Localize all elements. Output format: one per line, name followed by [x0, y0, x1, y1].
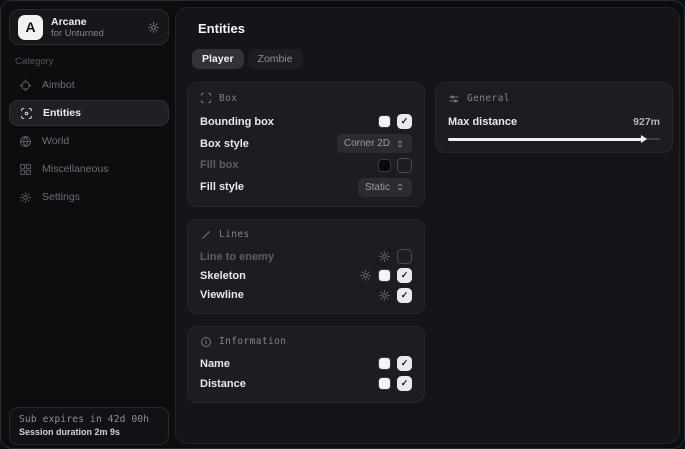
- distance-checkbox[interactable]: [397, 376, 412, 391]
- skeleton-checkbox[interactable]: [397, 268, 412, 283]
- viewline-row: Viewline: [200, 286, 412, 305]
- tab-player[interactable]: Player: [192, 49, 244, 69]
- sidebar-item-world[interactable]: World: [9, 128, 169, 154]
- fill-box-checkbox[interactable]: [397, 158, 412, 173]
- sidebar-item-entities[interactable]: Entities: [9, 100, 169, 126]
- bounding-box-checkbox[interactable]: [397, 114, 412, 129]
- app-subtitle: for Unturned: [51, 28, 104, 39]
- skeleton-row: Skeleton: [200, 266, 412, 285]
- sidebar-item-miscellaneous[interactable]: Miscellaneous: [9, 156, 169, 182]
- chevrons-up-down-icon: [395, 182, 405, 192]
- tab-zombie[interactable]: Zombie: [248, 49, 303, 69]
- sub-expires-text: Sub expires in 42d 00h: [19, 414, 159, 425]
- skeleton-settings-icon[interactable]: [359, 269, 372, 282]
- globe-icon: [19, 135, 32, 148]
- fill-style-dropdown[interactable]: Static: [358, 178, 412, 197]
- scan-eye-icon: [20, 107, 33, 120]
- box-style-dropdown[interactable]: Corner 2D: [337, 134, 412, 153]
- max-distance-slider[interactable]: [448, 134, 660, 144]
- sidebar-item-label: Aimbot: [42, 79, 75, 91]
- general-card-title: General: [467, 93, 510, 104]
- page-title: Entities: [198, 21, 245, 36]
- header-gear-icon[interactable]: [147, 21, 160, 34]
- sliders-icon: [448, 93, 460, 105]
- information-card: Information Name Distance: [187, 326, 425, 403]
- line-to-enemy-row: Line to enemy: [200, 247, 412, 266]
- sidebar-item-label: Entities: [43, 107, 81, 119]
- max-distance-value: 927m: [633, 116, 660, 128]
- sidebar-item-settings[interactable]: Settings: [9, 184, 169, 210]
- crosshair-icon: [19, 79, 32, 92]
- app-window: A Arcane for Unturned Category Aimbot: [0, 0, 685, 449]
- app-title: Arcane: [51, 16, 104, 28]
- box-style-row: Box style Corner 2D: [200, 133, 412, 155]
- fill-box-color-swatch[interactable]: [378, 159, 391, 172]
- name-checkbox[interactable]: [397, 356, 412, 371]
- app-logo: A: [18, 15, 43, 40]
- session-duration-text: Session duration 2m 9s: [19, 427, 159, 437]
- info-icon: [200, 336, 212, 348]
- sidebar-item-label: World: [42, 135, 69, 147]
- screen: A Arcane for Unturned Category Aimbot: [0, 0, 685, 449]
- viewline-checkbox[interactable]: [397, 288, 412, 303]
- max-distance-row: Max distance 927m: [448, 112, 660, 131]
- fill-style-row: Fill style Static: [200, 176, 412, 198]
- slider-fill: [448, 138, 643, 141]
- scan-box-icon: [200, 92, 212, 104]
- box-card-title: Box: [219, 93, 237, 104]
- slider-thumb-arrow[interactable]: [641, 135, 647, 143]
- chevrons-up-down-icon: [395, 139, 405, 149]
- information-card-title: Information: [219, 336, 286, 347]
- line-to-enemy-settings-icon[interactable]: [378, 250, 391, 263]
- sidebar-nav: Aimbot Entities World: [9, 72, 169, 210]
- main-panel: Entities Player Zombie Box Bounding box: [175, 7, 680, 444]
- app-header-card: A Arcane for Unturned: [9, 9, 169, 45]
- distance-color-swatch[interactable]: [378, 377, 391, 390]
- gear-icon: [19, 191, 32, 204]
- bounding-box-row: Bounding box: [200, 111, 412, 133]
- box-card: Box Bounding box Box style Corner 2D: [187, 82, 425, 207]
- viewline-settings-icon[interactable]: [378, 289, 391, 302]
- distance-row: Distance: [200, 374, 412, 394]
- general-card: General Max distance 927m: [435, 82, 673, 153]
- bounding-box-color-swatch[interactable]: [378, 115, 391, 128]
- name-row: Name: [200, 354, 412, 374]
- entity-tabs: Player Zombie: [192, 49, 303, 69]
- grid-icon: [19, 163, 32, 176]
- skeleton-color-swatch[interactable]: [378, 269, 391, 282]
- name-color-swatch[interactable]: [378, 357, 391, 370]
- category-label: Category: [15, 56, 54, 67]
- line-icon: [200, 229, 212, 241]
- lines-card: Lines Line to enemy Skeleton: [187, 219, 425, 314]
- sidebar-item-label: Miscellaneous: [42, 163, 109, 175]
- line-to-enemy-checkbox[interactable]: [397, 249, 412, 264]
- sidebar-item-label: Settings: [42, 191, 80, 203]
- sidebar-item-aimbot[interactable]: Aimbot: [9, 72, 169, 98]
- subscription-card: Sub expires in 42d 00h Session duration …: [9, 407, 169, 445]
- fill-box-row: Fill box: [200, 154, 412, 176]
- lines-card-title: Lines: [219, 229, 250, 240]
